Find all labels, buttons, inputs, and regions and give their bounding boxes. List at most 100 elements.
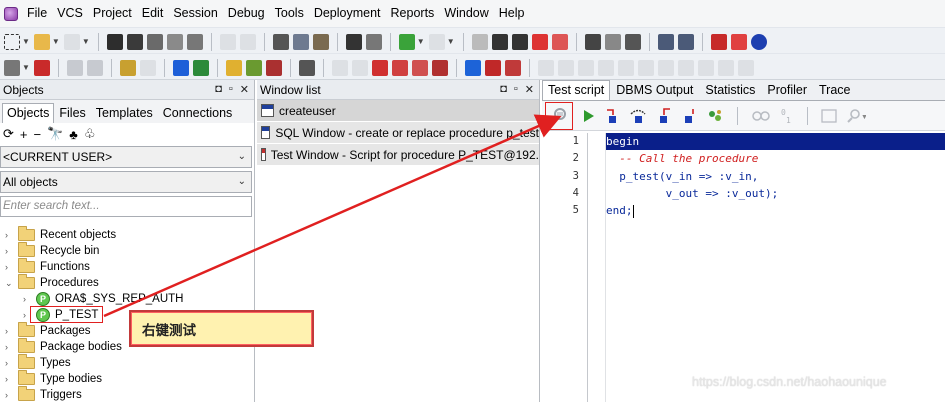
expand-icon[interactable]: › [5, 358, 14, 368]
arrow-right-icon[interactable] [464, 59, 481, 76]
bookmark-clear-icon[interactable] [431, 59, 448, 76]
redo-icon[interactable] [239, 33, 256, 50]
print-preview-icon[interactable] [166, 33, 183, 50]
panel-pin-icon[interactable]: ◘ [215, 83, 222, 96]
window-list-item[interactable]: Test Window - Script for procedure P_TES… [257, 144, 539, 166]
toggle-breakpoints-icon[interactable] [706, 108, 724, 124]
erase-icon[interactable] [351, 59, 368, 76]
step-out-icon[interactable] [656, 107, 672, 124]
tab-objects[interactable]: Objects [2, 103, 55, 123]
zoom-icon[interactable]: ▼ [846, 108, 866, 124]
cut-icon[interactable] [272, 33, 289, 50]
step-over-icon[interactable] [629, 108, 647, 124]
grayed-1-icon[interactable] [537, 59, 554, 76]
recent-icon[interactable] [63, 33, 80, 50]
execute-icon[interactable] [66, 59, 83, 76]
expand-icon[interactable]: › [5, 374, 14, 384]
format-icon[interactable] [471, 33, 488, 50]
grayed-8-icon[interactable] [677, 59, 694, 76]
commit-icon[interactable] [86, 59, 103, 76]
new-sql-icon[interactable] [119, 59, 136, 76]
watch-icon[interactable] [751, 109, 771, 123]
macro-icon[interactable] [624, 33, 641, 50]
oracle-icon[interactable] [710, 33, 727, 50]
panel-dock-icon[interactable]: ▫ [514, 83, 518, 96]
panel-close-icon[interactable]: ✕ [525, 83, 534, 96]
expand-icon[interactable]: › [5, 390, 14, 400]
start-debugger-button[interactable] [545, 102, 573, 130]
copy-icon[interactable] [292, 33, 309, 50]
session-icon[interactable] [4, 59, 20, 76]
db-icon[interactable] [172, 59, 189, 76]
unindent-icon[interactable] [511, 33, 528, 50]
uppercase-icon[interactable] [531, 33, 548, 50]
uncomment-icon[interactable] [604, 33, 621, 50]
step-icon[interactable] [331, 59, 348, 76]
tree-item-types[interactable]: › Types [0, 354, 254, 371]
menu-file[interactable]: File [22, 0, 52, 27]
gear-icon[interactable] [265, 59, 282, 76]
arrow-left-icon[interactable] [484, 59, 501, 76]
step-into-icon[interactable] [604, 108, 620, 124]
tree-item-functions[interactable]: › Functions [0, 258, 254, 275]
comment-icon[interactable] [584, 33, 601, 50]
fold-margin[interactable] [588, 133, 606, 402]
bookmark-icon[interactable] [371, 59, 388, 76]
tree-item-recycle-bin[interactable]: › Recycle bin [0, 242, 254, 259]
refresh-icon[interactable]: ⟳ [3, 126, 14, 142]
tree-item-triggers[interactable]: › Triggers [0, 386, 254, 402]
wrench-icon[interactable] [298, 59, 315, 76]
menu-tools[interactable]: Tools [270, 0, 309, 27]
check-icon[interactable] [245, 59, 262, 76]
expand-icon[interactable]: › [5, 262, 14, 272]
execute-icon[interactable] [583, 109, 595, 123]
save-all-icon[interactable] [126, 33, 143, 50]
panel-close-icon[interactable]: ✕ [240, 83, 249, 96]
grayed-10-icon[interactable] [717, 59, 734, 76]
lowercase-icon[interactable] [551, 33, 568, 50]
undo-icon[interactable] [219, 33, 236, 50]
db-green-icon[interactable] [192, 59, 209, 76]
panel-pin-icon[interactable]: ◘ [500, 83, 507, 96]
menu-project[interactable]: Project [88, 0, 137, 27]
menu-window[interactable]: Window [439, 0, 493, 27]
tab-templates[interactable]: Templates [91, 103, 158, 123]
info-icon[interactable] [750, 33, 767, 50]
code-lines[interactable]: begin -- Call the procedure p_test(v_in … [606, 133, 945, 219]
navigate-forward-icon[interactable] [428, 33, 445, 50]
variables-icon[interactable]: 01 [780, 107, 794, 125]
tree-item-type-bodies[interactable]: › Type bodies [0, 370, 254, 387]
print-setup-icon[interactable] [186, 33, 203, 50]
save-icon[interactable] [106, 33, 123, 50]
code-editor[interactable]: 1 2 3 4 5 begin -- Call the procedure p_… [542, 133, 945, 402]
bookmark-next-icon[interactable] [391, 59, 408, 76]
grayed-9-icon[interactable] [697, 59, 714, 76]
menu-edit[interactable]: Edit [137, 0, 169, 27]
new-icon[interactable] [4, 33, 20, 50]
panel-dock-icon[interactable]: ▫ [229, 83, 233, 96]
grayed-4-icon[interactable] [597, 59, 614, 76]
grayed-6-icon[interactable] [637, 59, 654, 76]
menu-reports[interactable]: Reports [386, 0, 440, 27]
expand-icon[interactable]: › [23, 294, 32, 304]
tab-test-script[interactable]: Test script [542, 80, 611, 100]
filter-icon[interactable]: ♣ [69, 127, 78, 142]
print-icon[interactable] [146, 33, 163, 50]
window-list-item[interactable]: createuser [257, 100, 539, 122]
expand-icon[interactable]: › [5, 246, 14, 256]
add-icon[interactable]: + [20, 127, 28, 142]
disconnect-icon[interactable] [33, 59, 50, 76]
expand-icon[interactable]: › [5, 230, 14, 240]
navigate-back-icon[interactable] [398, 33, 415, 50]
sql-history-icon[interactable] [139, 59, 156, 76]
tab-profiler[interactable]: Profiler [761, 80, 813, 100]
find-objects-icon[interactable]: 🔭 [47, 126, 63, 142]
pdf-icon[interactable] [730, 33, 747, 50]
menu-debug[interactable]: Debug [223, 0, 270, 27]
tree-item-ora-sys-rep-auth[interactable]: › P ORA$_SYS_REP_AUTH [0, 291, 254, 307]
image-icon[interactable] [821, 108, 837, 124]
expand-icon[interactable]: › [5, 326, 14, 336]
tab-connections[interactable]: Connections [158, 103, 238, 123]
tab-files[interactable]: Files [54, 103, 90, 123]
expand-icon[interactable]: › [5, 342, 14, 352]
